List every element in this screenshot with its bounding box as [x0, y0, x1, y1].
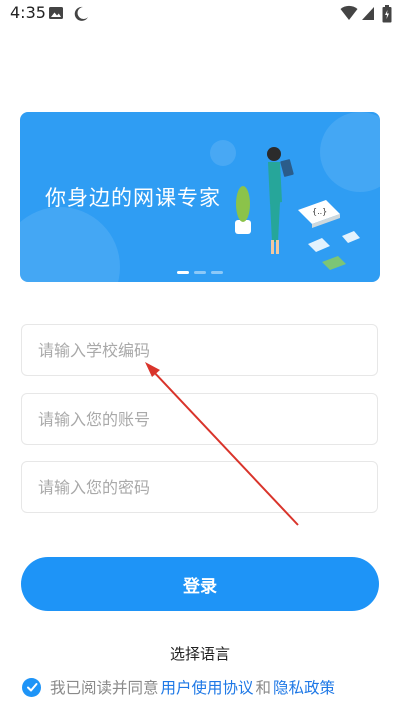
agreement-prefix: 我已阅读并同意 — [50, 679, 159, 697]
svg-text:{..}: {..} — [312, 207, 327, 216]
school-code-field[interactable] — [21, 324, 378, 376]
password-field[interactable] — [21, 461, 378, 513]
status-time: 4:35 — [10, 3, 46, 22]
moon-icon — [72, 5, 90, 27]
carousel-dot[interactable] — [211, 271, 223, 274]
signal-icon — [361, 5, 375, 25]
carousel-indicator[interactable] — [177, 271, 223, 274]
battery-icon — [382, 5, 392, 27]
login-button[interactable]: 登录 — [21, 557, 379, 611]
wifi-icon — [340, 5, 358, 25]
checkmark-icon — [26, 683, 37, 692]
banner-headline: 你身边的网课专家 — [45, 186, 221, 210]
status-bar: 4:35 — [0, 0, 400, 28]
carousel-dot[interactable] — [194, 271, 206, 274]
privacy-policy-link[interactable]: 隐私政策 — [273, 676, 335, 698]
banner-decoration — [20, 207, 120, 282]
promo-banner[interactable]: 你身边的网课专家 {..} — [20, 112, 380, 282]
user-agreement-link[interactable]: 用户使用协议 — [161, 676, 254, 698]
agreement-checkbox[interactable] — [22, 677, 41, 697]
account-field[interactable] — [21, 393, 378, 445]
carousel-dot[interactable] — [177, 271, 189, 274]
school-code-input[interactable] — [22, 325, 377, 375]
teacher-illustration: {..} — [235, 147, 360, 270]
agreement-conjunction: 和 — [255, 679, 272, 697]
image-icon — [48, 5, 64, 25]
password-input[interactable] — [22, 462, 377, 512]
agreement-row: 我已阅读并同意 用户使用协议 和 隐私政策 — [22, 676, 337, 698]
account-input[interactable] — [22, 394, 377, 444]
select-language-link[interactable]: 选择语言 — [0, 643, 400, 664]
